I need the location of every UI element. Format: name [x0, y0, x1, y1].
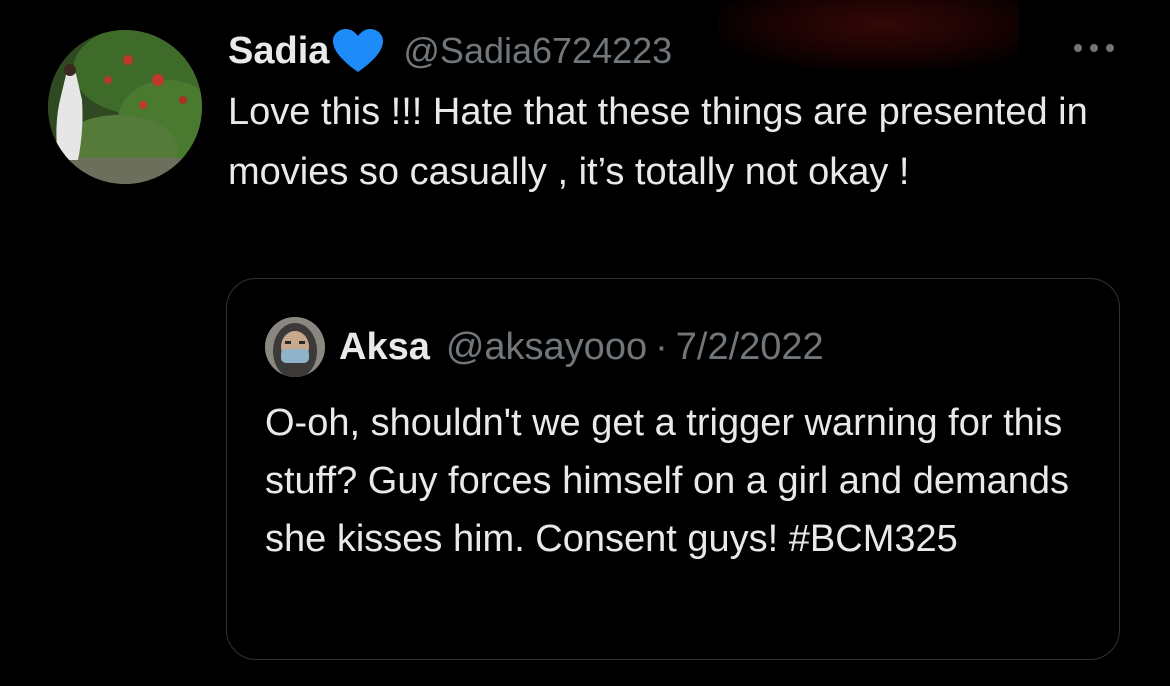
tweet-text: Love this !!! Hate that these things are…: [228, 91, 1088, 193]
more-horizontal-icon[interactable]: [1068, 34, 1120, 62]
quoted-tweet-text: O-oh, shouldn't we get a trigger warning…: [265, 402, 1070, 560]
avatar-photo-image: [48, 30, 202, 184]
redaction-scribble: [718, 0, 1018, 70]
quoted-separator: ·: [655, 325, 668, 368]
quoted-tweet-header: Aksa @aksayooo · 7/2/2022: [339, 319, 824, 375]
quoted-tweet-card[interactable]: Aksa @aksayooo · 7/2/2022 O-oh, shouldn'…: [226, 278, 1120, 660]
author-display-name[interactable]: Sadia: [228, 30, 329, 73]
quoted-author-avatar[interactable]: [265, 317, 325, 377]
author-avatar[interactable]: [48, 30, 202, 184]
blue-heart-icon: [331, 28, 385, 74]
quoted-author-display-name[interactable]: Aksa: [339, 326, 430, 369]
author-handle[interactable]: @Sadia6724223: [403, 30, 672, 72]
quoted-author-handle[interactable]: @aksayooo: [446, 326, 647, 369]
tweet[interactable]: Sadia @Sadia6724223 Love this !!! Hate t…: [0, 0, 1170, 686]
quoted-tweet-date[interactable]: 7/2/2022: [676, 326, 824, 369]
quoted-avatar-photo-image: [265, 317, 325, 377]
tweet-header: Sadia @Sadia6724223: [228, 24, 672, 78]
